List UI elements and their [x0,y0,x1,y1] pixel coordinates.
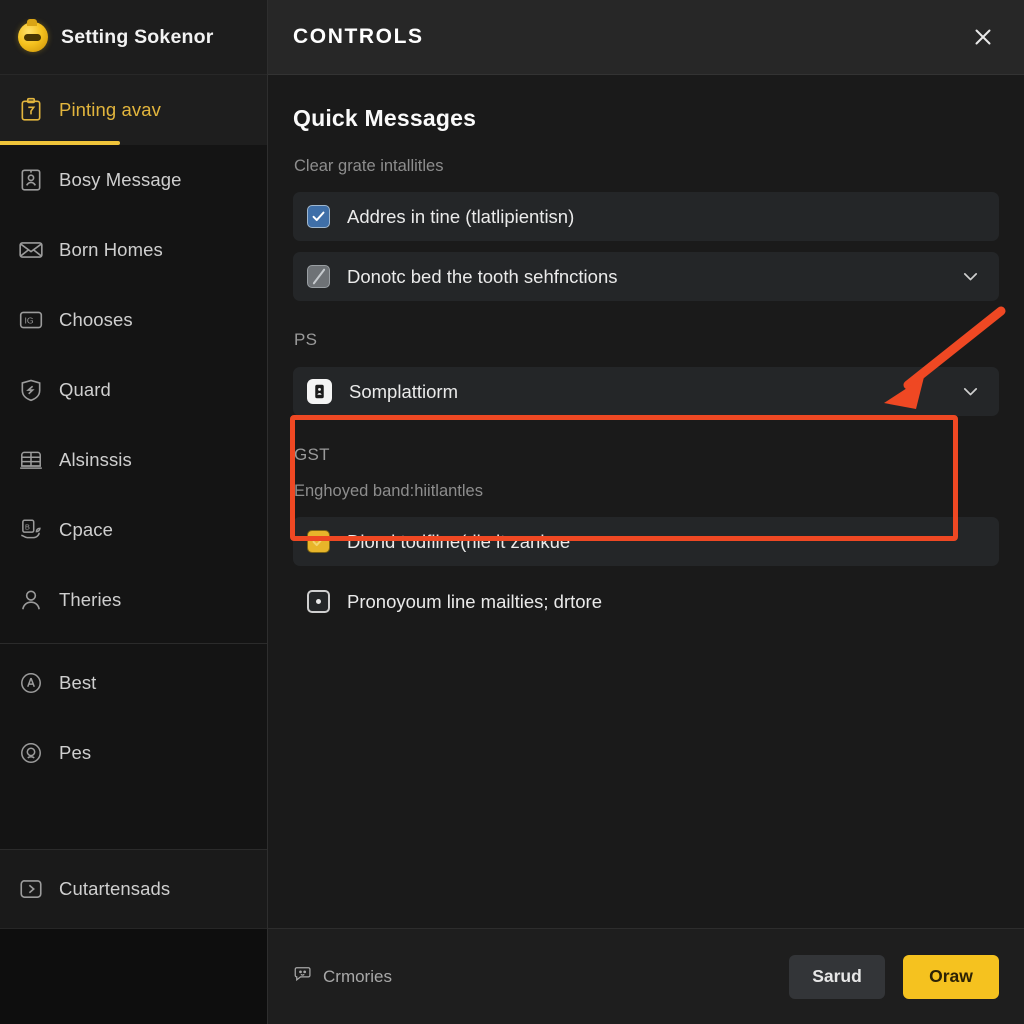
device-icon [18,167,44,193]
radio-dot-square-icon[interactable] [307,590,330,613]
sidebar-item-label: Bosy Message [59,169,182,190]
footer-left-label: Crmories [323,966,392,986]
list-item[interactable]: Somplattiorm [293,367,999,416]
sidebar-item-cpace[interactable]: B Cpace [0,495,267,565]
chevron-down-icon[interactable] [960,266,981,287]
app-title: Setting Sokenor [61,25,214,48]
group-label-gst: GST [294,445,330,464]
list-item[interactable]: Diond todfiine(rile it zankue [293,517,999,566]
list-item-label: Somplattiorm [349,380,458,402]
svg-text:IG: IG [25,316,34,326]
sidebar-item-alsinssis[interactable]: Alsinssis [0,425,267,495]
sidebar-item-label: Best [59,672,97,693]
sidebar-item-born-homes[interactable]: Born Homes [0,215,267,285]
sidebar-item-label: Theries [59,589,122,610]
checkbox-checked-amber-icon[interactable] [307,530,330,553]
list-item[interactable]: Pronoyoum line mailties; drtore [293,577,999,626]
list-item-label: Pronoyoum line mailties; drtore [347,590,602,612]
grid-panel-icon [18,447,44,473]
chevron-right-box-icon [18,876,44,902]
clipboard-icon [18,97,44,123]
id-card-icon: IG [18,307,44,333]
list-item[interactable]: Donotc bed the tooth sehfnctions [293,252,999,301]
sidebar-item-label: Pinting avav [59,99,161,120]
panel-body: Quick Messages Clear grate intallitles A… [268,75,1024,928]
section-title: Quick Messages [293,105,477,131]
group-label-ps: PS [294,330,318,349]
circle-info-icon [18,670,44,696]
circle-clock-icon [18,740,44,766]
sidebar-divider [0,643,267,644]
sidebar-item-quard[interactable]: Quard [0,355,267,425]
sidebar-collapse-section: Cutartensads [0,849,267,928]
list-item[interactable]: Addres in tine (tlatlipientisn) [293,192,999,241]
controls-panel: CONTROLS Quick Messages Clear grate inta… [268,0,1024,1024]
chevron-down-icon[interactable] [960,381,981,402]
shield-icon [18,377,44,403]
sidebar-nav: Pinting avav Bosy Message Born Homes IG … [0,75,267,635]
app-logo-icon [18,19,48,52]
sidebar-item-label: Cpace [59,519,113,540]
sidebar-item-label: Alsinssis [59,449,132,470]
sidebar-footer-area [0,928,267,1024]
panel-footer: Crmories Sarud Oraw [268,928,1024,1024]
sidebar-item-pinting-avav[interactable]: Pinting avav [0,75,267,145]
sidebar-item-bosy-message[interactable]: Bosy Message [0,145,267,215]
section-caption: Clear grate intallitles [294,157,444,175]
sidebar-item-label: Quard [59,379,111,400]
badge-white-icon [307,379,332,404]
sidebar-item-label: Chooses [59,309,133,330]
settings-group-ps: Somplattiorm [293,367,999,416]
sidebar-item-label: Born Homes [59,239,163,260]
sidebar-secondary-nav: Best Pes [0,648,267,788]
group-caption-gst: Enghoyed band:hiitlantles [294,482,483,500]
sidebar-item-chooses[interactable]: IG Chooses [0,285,267,355]
list-item-label: Donotc bed the tooth sehfnctions [347,265,618,287]
footer-actions: Sarud Oraw [789,954,999,999]
envelope-icon [18,237,44,263]
sidebar: Setting Sokenor Pinting avav Bosy Messag [0,0,268,1024]
close-icon[interactable] [966,20,1000,54]
svg-text:B: B [25,522,30,531]
settings-window: Setting Sokenor Pinting avav Bosy Messag [0,0,1024,1024]
sidebar-item-cutartensads[interactable]: Cutartensads [0,850,267,928]
list-item-label: Addres in tine (tlatlipientisn) [347,205,575,227]
sidebar-item-label: Cutartensads [59,878,171,899]
settings-group-default: Addres in tine (tlatlipientisn) Donotc b… [293,192,999,301]
cancel-button[interactable]: Sarud [789,954,885,999]
checkbox-slash-gray-icon[interactable] [307,265,330,288]
app-brand: Setting Sokenor [0,0,267,75]
panel-header: CONTROLS [268,0,1024,75]
sidebar-item-best[interactable]: Best [0,648,267,718]
page-title: CONTROLS [293,25,424,48]
sidebar-item-pes[interactable]: Pes [0,718,267,788]
settings-group-gst: Diond todfiine(rile it zankue Pronoyoum … [293,517,999,626]
sidebar-item-label: Pes [59,742,92,763]
list-item-label: Diond todfiine(rile it zankue [347,530,571,552]
user-icon [18,587,44,613]
save-button[interactable]: Oraw [903,954,999,999]
sidebar-item-theries[interactable]: Theries [0,565,267,635]
footer-left[interactable]: Crmories [293,964,392,989]
hand-card-icon: B [18,517,44,543]
message-face-icon [293,964,313,989]
checkbox-checked-blue-icon[interactable] [307,205,330,228]
